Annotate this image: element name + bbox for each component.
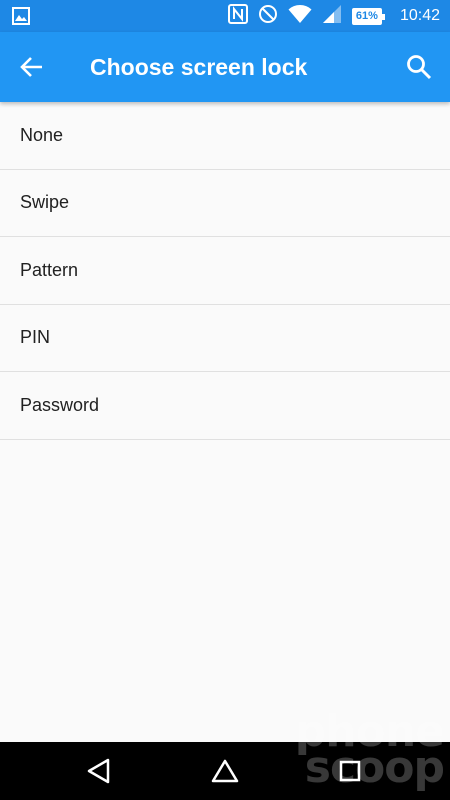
navigation-bar: phone scoop xyxy=(0,710,450,800)
screen-lock-options: None Swipe Pattern PIN Password xyxy=(0,102,450,440)
do-not-disturb-icon xyxy=(258,4,278,29)
status-bar: 61% 10:42 xyxy=(0,0,450,32)
page-title: Choose screen lock xyxy=(90,54,308,80)
option-pin[interactable]: PIN xyxy=(0,305,450,372)
cell-signal-icon xyxy=(322,4,342,29)
search-button[interactable] xyxy=(404,52,434,82)
nav-home-button[interactable] xyxy=(209,755,241,787)
wifi-icon xyxy=(288,4,312,29)
nav-recents-button[interactable] xyxy=(334,755,366,787)
option-label: Pattern xyxy=(20,259,79,280)
option-label: PIN xyxy=(20,327,51,348)
option-swipe[interactable]: Swipe xyxy=(0,170,450,237)
option-password[interactable]: Password xyxy=(0,372,450,440)
app-bar: Choose screen lock xyxy=(0,32,450,102)
arrow-back-icon xyxy=(20,57,42,77)
search-icon xyxy=(407,55,432,80)
nav-back-icon xyxy=(87,758,110,784)
image-icon xyxy=(12,7,30,30)
back-button[interactable] xyxy=(18,53,46,81)
nav-home-icon xyxy=(211,759,239,783)
watermark: phone scoop xyxy=(294,706,445,793)
option-pattern[interactable]: Pattern xyxy=(0,237,450,305)
option-label: None xyxy=(20,124,64,145)
nav-back-button[interactable] xyxy=(84,755,116,787)
option-none[interactable]: None xyxy=(0,102,450,170)
battery-icon: 61% xyxy=(351,7,385,25)
nav-recents-icon xyxy=(339,760,361,782)
option-label: Password xyxy=(20,394,100,415)
status-time: 10:42 xyxy=(399,7,440,24)
nfc-icon xyxy=(227,3,248,29)
option-label: Swipe xyxy=(20,192,70,213)
